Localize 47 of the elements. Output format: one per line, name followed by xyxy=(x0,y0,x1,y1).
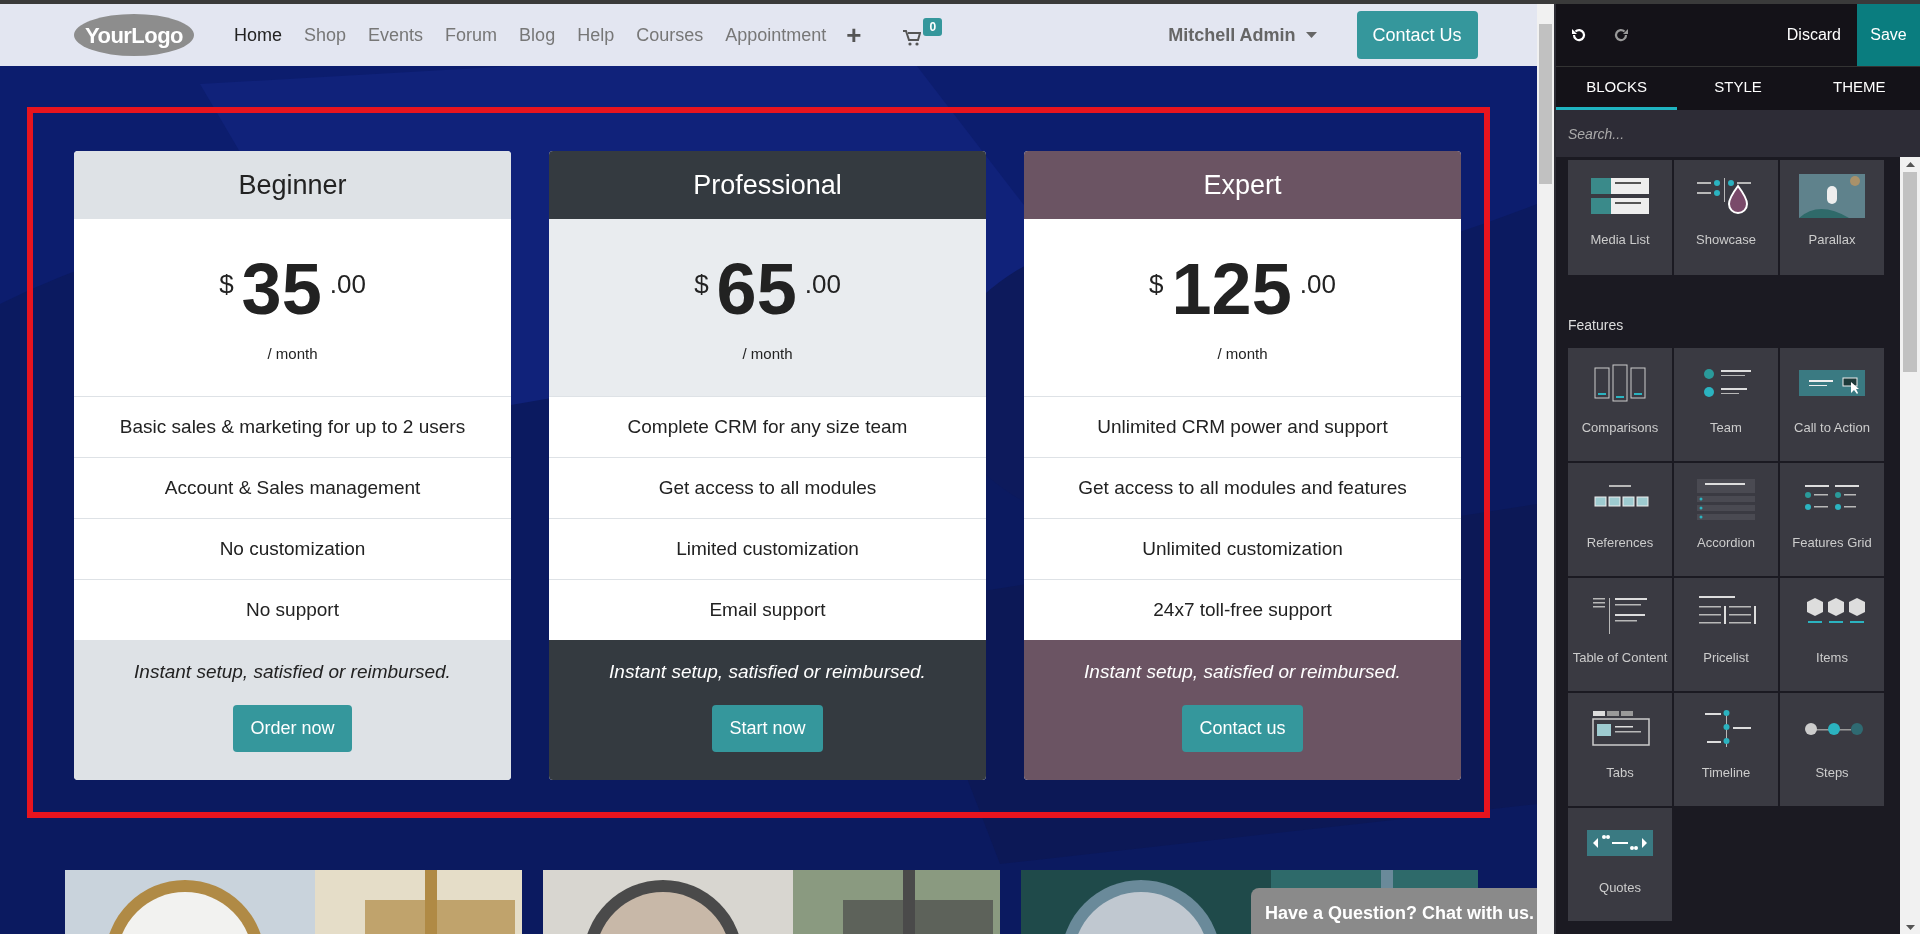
snippet-tile[interactable]: References xyxy=(1568,463,1672,576)
redo-icon[interactable] xyxy=(1613,27,1629,43)
snippet-label: Features Grid xyxy=(1791,534,1873,552)
snippet-label: Tabs xyxy=(1605,764,1635,782)
snippet-label: Items xyxy=(1815,649,1849,667)
snippet-label: Team xyxy=(1709,419,1743,437)
search-field[interactable]: Search... xyxy=(1556,110,1920,157)
snippet-tile[interactable]: Comparisons xyxy=(1568,348,1672,461)
snippet-label: Timeline xyxy=(1700,764,1752,782)
snippet-label: Media List xyxy=(1589,231,1651,249)
panel-tab[interactable]: THEME xyxy=(1798,67,1920,110)
undo-icon[interactable] xyxy=(1571,27,1587,43)
snippet-tile[interactable]: Pricelist xyxy=(1674,578,1778,691)
section-heading: Features xyxy=(1568,316,1625,335)
snippet-label: Accordion xyxy=(1696,534,1756,552)
landscape-icon xyxy=(1799,174,1865,218)
snippet-tile[interactable]: Parallax xyxy=(1780,160,1884,275)
save-button[interactable]: Save xyxy=(1857,4,1920,66)
panel-tab[interactable]: STYLE xyxy=(1677,67,1799,110)
snippet-tile[interactable]: Items xyxy=(1780,578,1884,691)
snippet-label: Table of Content xyxy=(1571,649,1669,667)
snippet-tile[interactable]: Media List xyxy=(1568,160,1672,275)
snippet-tile[interactable]: Tabs xyxy=(1568,693,1672,806)
scroll-down-icon[interactable] xyxy=(1905,925,1915,930)
snippet-label: Pricelist xyxy=(1702,649,1750,667)
scrollbar-thumb[interactable] xyxy=(1539,24,1552,184)
snippet-label: Comparisons xyxy=(1580,419,1660,437)
snippet-label: Steps xyxy=(1814,764,1850,782)
discard-button[interactable]: Discard xyxy=(1786,23,1841,47)
snippet-label: Showcase xyxy=(1695,231,1757,249)
snippet-label: References xyxy=(1585,534,1655,552)
snippet-label: Call to Action xyxy=(1793,419,1871,437)
panel-scrollbar[interactable] xyxy=(1900,157,1920,934)
snippet-tile[interactable]: Table of Content xyxy=(1568,578,1672,691)
snippet-tile[interactable]: Call to Action xyxy=(1780,348,1884,461)
snippet-label: Quotes xyxy=(1598,879,1642,897)
scrollbar-thumb[interactable] xyxy=(1903,172,1917,372)
snippet-tile[interactable]: Timeline xyxy=(1674,693,1778,806)
scroll-up-icon[interactable] xyxy=(1905,162,1915,167)
snippet-tile[interactable]: Features Grid xyxy=(1780,463,1884,576)
snippet-tile[interactable]: Showcase xyxy=(1674,160,1778,275)
snippet-tile[interactable]: Accordion xyxy=(1674,463,1778,576)
snippet-tile[interactable]: Steps xyxy=(1780,693,1884,806)
snippet-tile[interactable]: Team xyxy=(1674,348,1778,461)
snippet-label: Parallax xyxy=(1807,231,1857,249)
page-scrollbar[interactable] xyxy=(1537,4,1554,934)
snippet-tile[interactable]: Quotes xyxy=(1568,808,1672,921)
